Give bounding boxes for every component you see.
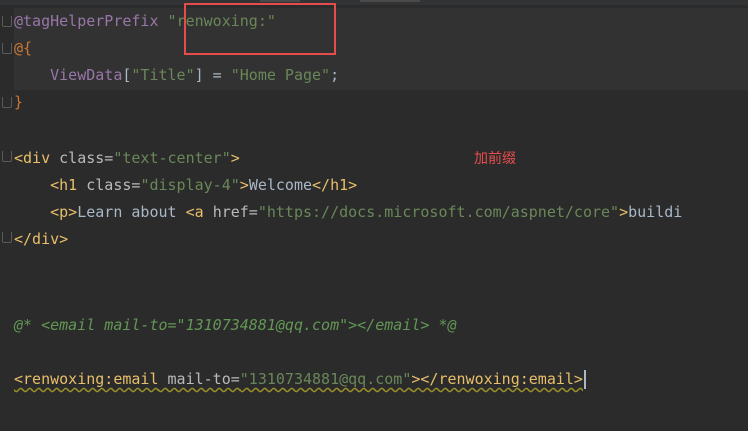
code-line-4[interactable]: } bbox=[14, 89, 23, 116]
class-attribute: class= bbox=[86, 176, 141, 194]
div-open-tag: <div bbox=[14, 149, 51, 167]
tag-close: > bbox=[239, 176, 249, 194]
paragraph-text: Learn about bbox=[77, 203, 186, 221]
code-line-7[interactable]: <p>Learn about <a href="https://docs.mic… bbox=[14, 199, 682, 226]
razor-block-open: @{ bbox=[14, 39, 33, 57]
strip-mark bbox=[360, 0, 420, 2]
code-line-8[interactable]: </div> bbox=[14, 226, 68, 253]
fold-icon[interactable] bbox=[2, 97, 12, 108]
razor-comment: @* <email mail-to="1310734881@qq.com"></… bbox=[14, 316, 457, 334]
annotation-highlight-box bbox=[184, 3, 336, 55]
code-line-3[interactable]: ViewData["Title"] = "Home Page"; bbox=[14, 62, 339, 89]
tag-close: > bbox=[619, 203, 629, 221]
class-attribute: class= bbox=[59, 149, 114, 167]
fold-icon[interactable] bbox=[2, 232, 12, 243]
prefixed-email-close-tag: </renwoxing:email> bbox=[420, 370, 583, 388]
a-open-tag: <a bbox=[185, 203, 204, 221]
strip-mark bbox=[260, 0, 300, 2]
viewdata-key: "Title" bbox=[131, 66, 195, 84]
p-open-tag: <p> bbox=[50, 203, 78, 221]
annotation-label: 加前缀 bbox=[474, 151, 516, 167]
tag-close: > bbox=[230, 149, 240, 167]
bracket: ] bbox=[194, 66, 204, 84]
code-line-6[interactable]: <h1 class="display-4">Welcome</h1> bbox=[14, 172, 357, 199]
fold-icon[interactable] bbox=[2, 16, 12, 27]
heading-text: Welcome bbox=[248, 176, 313, 194]
assign-operator: = bbox=[203, 66, 231, 84]
viewdata-identifier: ViewData bbox=[50, 66, 123, 84]
class-value: "display-4" bbox=[140, 176, 240, 194]
top-strip bbox=[0, 0, 748, 5]
href-attribute: href= bbox=[212, 203, 258, 221]
prefixed-email-open-tag: <renwoxing:email bbox=[14, 370, 159, 388]
fold-icon[interactable] bbox=[2, 151, 12, 162]
razor-block-close: } bbox=[14, 93, 24, 111]
h1-close-tag: </h1> bbox=[312, 176, 358, 194]
href-value: "https://docs.microsoft.com/aspnet/core" bbox=[257, 203, 620, 221]
tag-helper-prefix-directive: @tagHelperPrefix bbox=[14, 12, 159, 30]
link-text: buildi bbox=[628, 203, 683, 221]
code-line-5[interactable]: <div class="text-center"> bbox=[14, 145, 240, 172]
fold-icon[interactable] bbox=[2, 43, 12, 54]
div-close-tag: </div> bbox=[14, 230, 69, 248]
code-line-10[interactable]: <renwoxing:email mail-to="1310734881@qq.… bbox=[14, 366, 586, 393]
code-editor[interactable]: @tagHelperPrefix "renwoxing:" @{ ViewDat… bbox=[0, 0, 748, 431]
mail-to-attribute: mail-to= bbox=[167, 370, 240, 388]
code-line-9[interactable]: @* <email mail-to="1310734881@qq.com"></… bbox=[14, 312, 457, 339]
class-value: "text-center" bbox=[113, 149, 231, 167]
semicolon: ; bbox=[330, 66, 340, 84]
mail-to-value: "1310734881@qq.com" bbox=[239, 370, 412, 388]
viewdata-value: "Home Page" bbox=[230, 66, 331, 84]
code-line-2[interactable]: @{ bbox=[14, 35, 32, 62]
text-cursor bbox=[583, 370, 586, 389]
h1-open-tag: <h1 bbox=[50, 176, 78, 194]
